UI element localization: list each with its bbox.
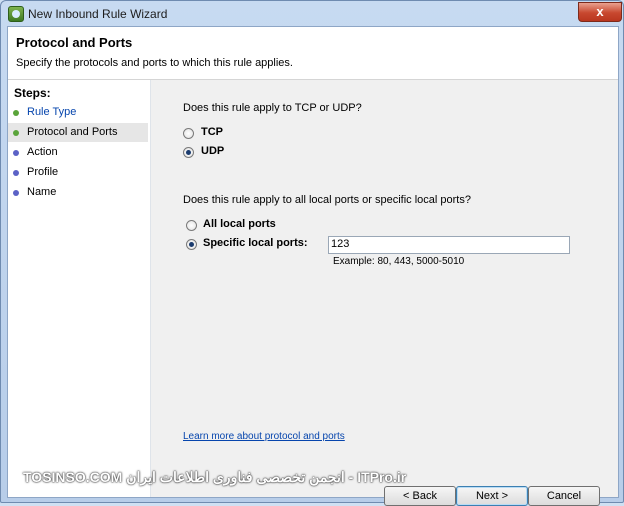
step-label: Profile [27,166,59,178]
watermark-text: TOSINSO.COM انجمن تخصصی فناوری اطلاعات ا… [23,469,407,485]
completed-step-icon [13,110,19,116]
step-label: Rule Type [27,106,77,118]
firewall-icon [8,6,24,22]
steps-title: Steps: [14,86,51,100]
step-name: Name [8,183,148,202]
step-profile: Profile [8,163,148,182]
specific-local-ports-radio[interactable] [186,239,197,250]
step-label: Action [27,146,58,158]
wizard-content: Does this rule apply to TCP or UDP? TCP … [151,80,618,506]
wizard-window: New Inbound Rule Wizard x Protocol and P… [0,0,624,506]
wizard-header: Protocol and Ports Specify the protocols… [8,27,618,80]
step-protocol-and-ports[interactable]: Protocol and Ports [8,123,148,142]
step-action: Action [8,143,148,162]
next-button[interactable]: Next > [456,486,528,506]
steps-panel: Steps: Rule Type Protocol and Ports Acti… [8,80,151,497]
back-button[interactable]: < Back [384,486,456,506]
page-title: Protocol and Ports [16,35,133,50]
pending-step-icon [13,170,19,176]
all-local-ports-label[interactable]: All local ports [203,218,276,230]
udp-label[interactable]: UDP [201,145,224,157]
wizard-client-area: Protocol and Ports Specify the protocols… [7,26,619,506]
step-rule-type[interactable]: Rule Type [8,103,148,122]
page-subtitle: Specify the protocols and ports to which… [16,57,293,69]
cancel-button[interactable]: Cancel [528,486,600,506]
tcp-label[interactable]: TCP [201,126,223,138]
close-button[interactable]: x [578,2,622,22]
all-local-ports-radio[interactable] [186,220,197,231]
specific-ports-input[interactable]: 123 [328,236,570,254]
specific-local-ports-label[interactable]: Specific local ports: [203,237,308,249]
step-label: Name [27,186,57,198]
title-bar[interactable]: New Inbound Rule Wizard x [1,1,623,26]
protocol-question: Does this rule apply to TCP or UDP? [183,102,362,114]
step-label: Protocol and Ports [27,126,118,138]
ports-example-text: Example: 80, 443, 5000-5010 [333,256,465,267]
tcp-radio[interactable] [183,128,194,139]
pending-step-icon [13,150,19,156]
udp-radio[interactable] [183,147,194,158]
window-title: New Inbound Rule Wizard [28,7,168,21]
ports-question: Does this rule apply to all local ports … [183,194,471,206]
pending-step-icon [13,190,19,196]
completed-step-icon [13,130,19,136]
learn-more-link[interactable]: Learn more about protocol and ports [183,431,345,442]
